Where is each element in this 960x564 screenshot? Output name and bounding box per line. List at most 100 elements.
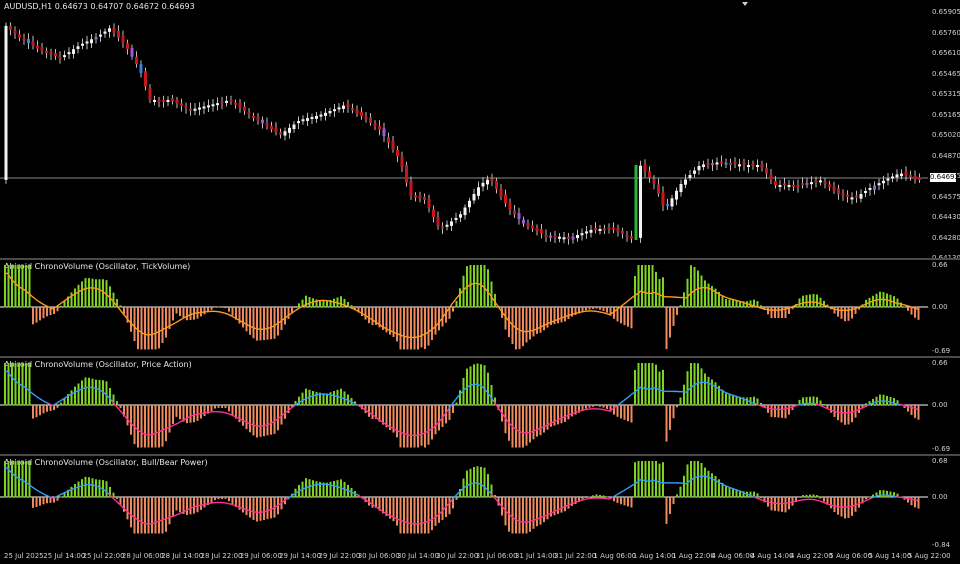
- histogram-bar: [665, 497, 668, 524]
- histogram-bar: [903, 306, 906, 308]
- histogram-bar: [217, 405, 220, 408]
- candle: [486, 179, 489, 185]
- signal-line: [336, 485, 341, 489]
- histogram-bar: [333, 480, 335, 498]
- signal-line: [581, 409, 586, 412]
- histogram-bar: [133, 307, 136, 341]
- histogram-bar: [424, 307, 426, 350]
- signal-line: [332, 484, 337, 488]
- histogram-bar: [683, 384, 685, 406]
- histogram-bar: [546, 497, 549, 520]
- histogram-bar: [186, 497, 188, 516]
- histogram-bar: [434, 497, 437, 526]
- candle: [18, 34, 21, 38]
- histogram-bar: [518, 307, 521, 350]
- candle: [85, 41, 89, 44]
- candle: [337, 107, 341, 110]
- histogram-bar: [256, 307, 258, 341]
- histogram-bar: [259, 307, 262, 341]
- histogram-bar: [473, 265, 475, 308]
- signal-line: [822, 406, 827, 409]
- histogram-bar: [805, 494, 808, 498]
- histogram-bar: [455, 402, 458, 406]
- histogram-bar: [266, 405, 269, 436]
- histogram-bar: [336, 480, 339, 498]
- candle: [859, 194, 863, 199]
- candle: [328, 111, 332, 114]
- signal-line: [581, 310, 586, 313]
- signal-line: [787, 501, 792, 504]
- histogram-bar: [14, 461, 17, 498]
- signal-line: [780, 308, 785, 311]
- histogram-bar: [252, 405, 255, 436]
- candle: [837, 188, 840, 194]
- indicator-panel-tickvolume[interactable]: Abiroid ChronoVolume (Oscillator, TickVo…: [0, 260, 960, 356]
- candle: [643, 164, 647, 172]
- candle: [733, 161, 737, 164]
- candle: [202, 106, 206, 109]
- histogram-bar: [431, 405, 433, 440]
- candle: [243, 106, 246, 111]
- signal-line: [525, 520, 530, 523]
- signal-line: [801, 301, 806, 305]
- histogram-bar: [410, 405, 412, 448]
- histogram-bar: [179, 405, 181, 420]
- histogram-bar: [228, 405, 230, 412]
- candle: [688, 175, 692, 179]
- candle: [369, 117, 372, 123]
- histogram-bar: [490, 281, 493, 308]
- histogram-bar: [767, 307, 769, 315]
- histogram-bar: [151, 307, 153, 350]
- candle: [418, 195, 422, 199]
- histogram-bar: [623, 307, 626, 326]
- histogram-bar: [658, 278, 661, 308]
- time-axis-label: 5 Aug 22:00: [907, 552, 951, 560]
- histogram-bar: [427, 307, 430, 346]
- candle: [693, 170, 696, 174]
- histogram-bar: [42, 307, 45, 319]
- signal-line: [763, 406, 768, 409]
- candle: [175, 99, 179, 104]
- histogram-bar: [91, 478, 94, 498]
- candle: [283, 131, 287, 136]
- indicator-panel-bullbear[interactable]: Abiroid ChronoVolume (Oscillator, Bull/B…: [0, 456, 960, 550]
- signal-line: [630, 483, 635, 488]
- signal-line: [836, 411, 841, 414]
- histogram-bar: [32, 307, 34, 325]
- time-axis-label: 28 Jul 06:00: [121, 552, 164, 560]
- signal-line: [227, 412, 232, 416]
- indicator-panel-priceaction[interactable]: Abiroid ChronoVolume (Oscillator, Price …: [0, 358, 960, 454]
- histogram-bar: [336, 389, 339, 406]
- candle: [454, 218, 458, 220]
- histogram-bar: [431, 497, 433, 531]
- histogram-bar: [413, 497, 416, 534]
- histogram-bar: [721, 295, 724, 308]
- signal-line: [833, 505, 838, 508]
- signal-line: [357, 310, 362, 314]
- candle: [616, 227, 620, 232]
- price-chart-panel[interactable]: AUDUSD,H1 0.64673 0.64707 0.64672 0.6469…: [0, 0, 960, 262]
- histogram-bar: [532, 497, 535, 529]
- histogram-bar: [634, 369, 636, 406]
- histogram-bar: [700, 462, 703, 498]
- signal-line: [696, 475, 701, 478]
- histogram-bar: [802, 495, 804, 498]
- candle: [63, 55, 66, 58]
- signal-line: [850, 504, 855, 507]
- histogram-bar: [627, 497, 629, 507]
- candle: [625, 235, 629, 238]
- candle: [819, 180, 822, 183]
- histogram-bar: [543, 405, 545, 433]
- histogram-bar: [420, 405, 423, 446]
- candle: [355, 109, 359, 113]
- histogram-bar: [179, 307, 181, 317]
- histogram-bar: [683, 292, 685, 308]
- candle: [666, 204, 669, 207]
- signal-line: [262, 424, 267, 427]
- candle: [274, 127, 278, 133]
- candle: [292, 124, 296, 130]
- histogram-bar: [487, 372, 489, 406]
- signal-line: [899, 303, 904, 306]
- histogram-bar: [543, 497, 545, 523]
- histogram-bar: [119, 305, 122, 308]
